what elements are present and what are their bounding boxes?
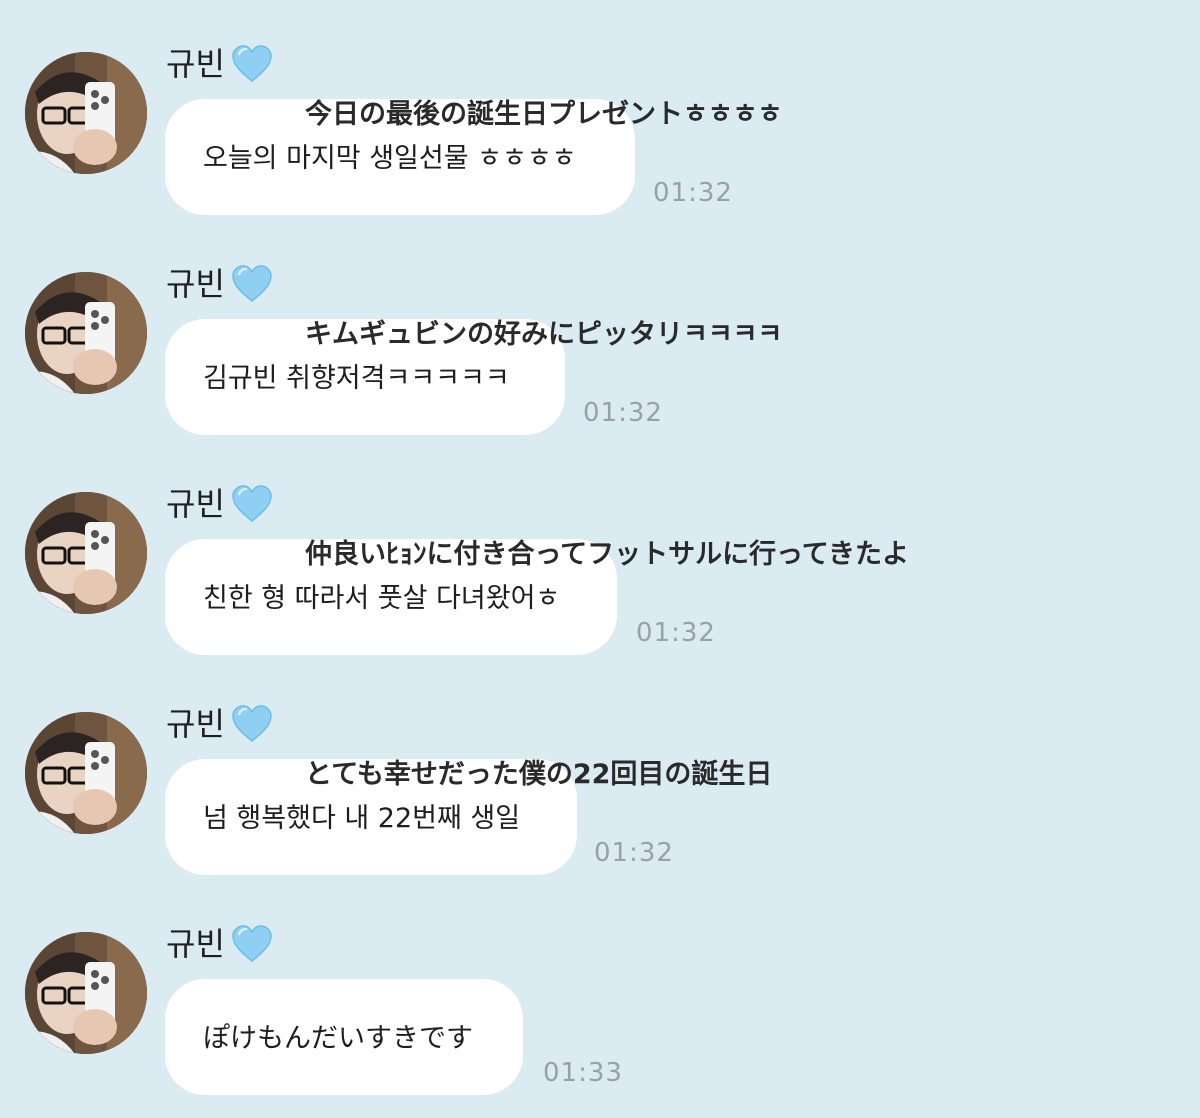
message-text: 김규빈 취향저격ㅋㅋㅋㅋㅋ (203, 362, 510, 394)
avatar[interactable] (25, 492, 147, 614)
sender-header: 규빈 (166, 704, 273, 744)
message-timestamp: 01:32 (594, 838, 674, 868)
avatar[interactable] (25, 52, 147, 174)
light-blue-heart-icon (232, 705, 272, 742)
sender-name: 규빈 (166, 925, 225, 963)
sender-header: 규빈 (166, 924, 273, 964)
sender-header: 규빈 (166, 484, 273, 524)
sender-name: 규빈 (166, 45, 225, 83)
translation-caption: 仲良いﾋｮﾝに付き合ってフットサルに行ってきたよ (305, 539, 909, 570)
sender-name: 규빈 (166, 705, 225, 743)
sender-header: 규빈 (166, 44, 273, 84)
avatar[interactable] (25, 272, 147, 394)
sender-name: 규빈 (166, 265, 225, 303)
light-blue-heart-icon (232, 45, 272, 82)
chat-message: 규빈 ぽけもんだいすきです 01:33 (0, 880, 1200, 1100)
light-blue-heart-icon (232, 485, 272, 522)
light-blue-heart-icon (232, 265, 272, 302)
message-timestamp: 01:32 (583, 398, 663, 428)
chat-message: 규빈 김규빈 취향저격ㅋㅋㅋㅋㅋ キムギュビンの好みにピッタリㅋㅋㅋㅋ 01:3… (0, 220, 1200, 440)
message-text: 친한 형 따라서 풋살 다녀왔어ㅎ (203, 582, 561, 614)
message-text: 넘 행복했다 내 22번째 생일 (203, 802, 521, 834)
chat-message: 규빈 넘 행복했다 내 22번째 생일 とても幸せだった僕の22回目の誕生日 0… (0, 660, 1200, 880)
translation-caption: とても幸せだった僕の22回目の誕生日 (305, 759, 773, 790)
message-bubble[interactable]: ぽけもんだいすきです (165, 979, 523, 1095)
chat-message: 규빈 친한 형 따라서 풋살 다녀왔어ㅎ 仲良いﾋｮﾝに付き合ってフットサルに行… (0, 440, 1200, 660)
translation-caption: キムギュビンの好みにピッタリㅋㅋㅋㅋ (305, 319, 783, 350)
sender-name: 규빈 (166, 485, 225, 523)
message-timestamp: 01:32 (636, 618, 716, 648)
message-text: ぽけもんだいすきです (203, 1022, 473, 1054)
chat-message: 규빈 오늘의 마지막 생일선물 ㅎㅎㅎㅎ 今日の最後の誕生日プレゼントㅎㅎㅎㅎ … (0, 0, 1200, 220)
message-timestamp: 01:32 (653, 178, 733, 208)
light-blue-heart-icon (232, 925, 272, 962)
translation-caption: 今日の最後の誕生日プレゼントㅎㅎㅎㅎ (305, 99, 783, 130)
avatar[interactable] (25, 932, 147, 1054)
message-text: 오늘의 마지막 생일선물 ㅎㅎㅎㅎ (203, 142, 577, 174)
sender-header: 규빈 (166, 264, 273, 304)
message-timestamp: 01:33 (543, 1058, 623, 1088)
avatar[interactable] (25, 712, 147, 834)
